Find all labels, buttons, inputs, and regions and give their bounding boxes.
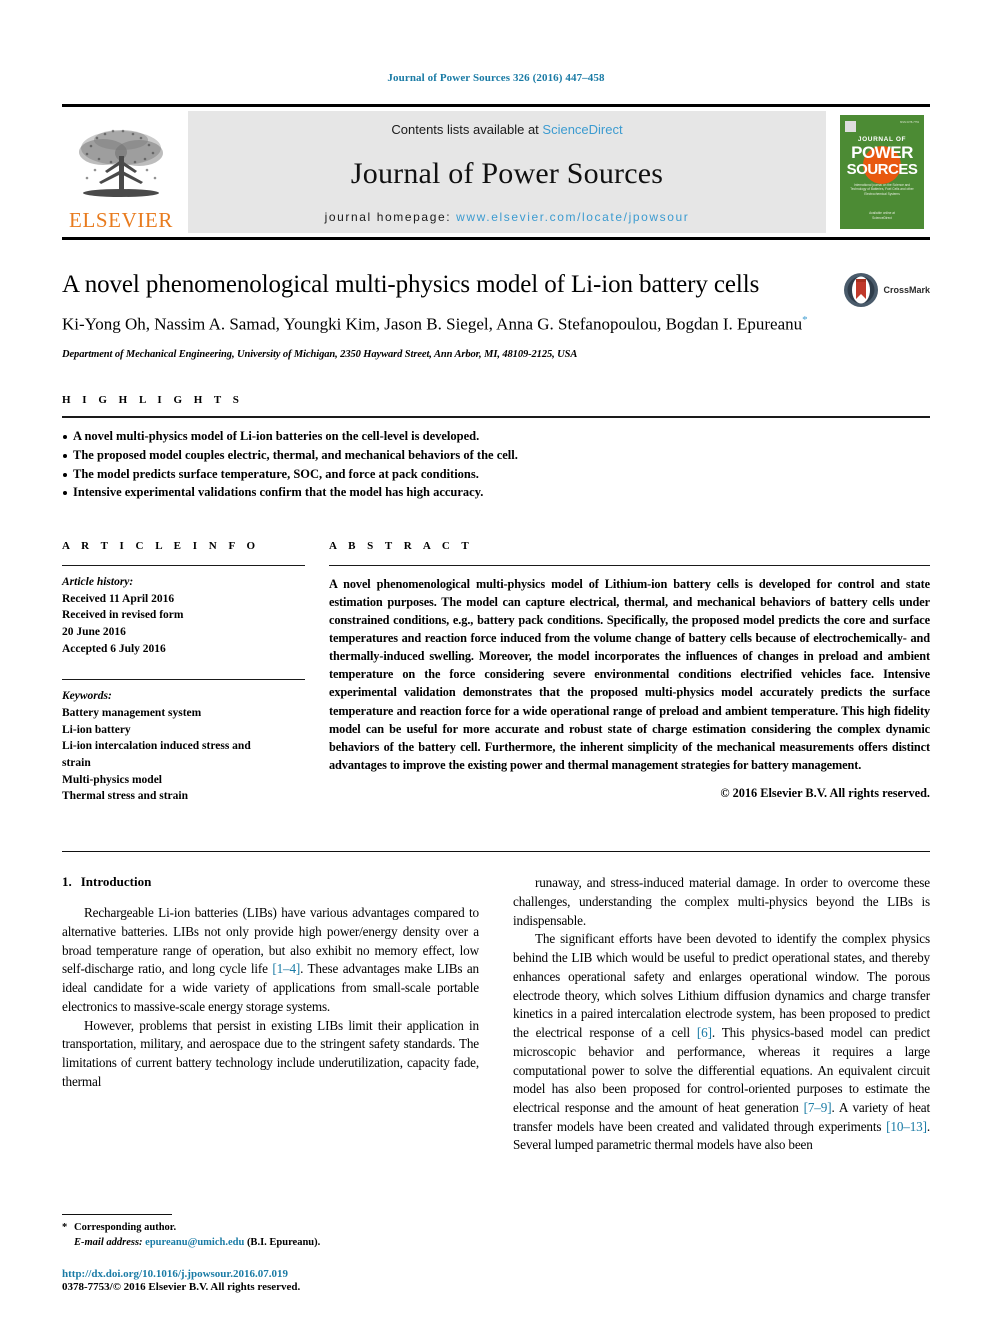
- article-info-label: A R T I C L E I N F O: [62, 540, 260, 553]
- keyword-item: Thermal stress and strain: [62, 790, 188, 803]
- cover-topbar: ISSN 0378-7753: [845, 121, 919, 133]
- crossmark-icon: [844, 273, 879, 307]
- abstract-divider: [329, 565, 930, 567]
- history-item: Accepted 6 July 2016: [62, 642, 166, 655]
- cover-line1: JOURNAL OF: [857, 136, 907, 143]
- paragraph: The significant efforts have been devote…: [513, 931, 931, 1153]
- body-columns: 1. Introduction Rechargeable Li-ion batte…: [62, 874, 930, 1155]
- section-title: Introduction: [80, 874, 152, 890]
- highlights-section: H I G H L I G H T S A novel multi-physic…: [62, 394, 930, 502]
- cover-footer-text: Available online at ScienceDirect: [869, 210, 895, 220]
- keywords-group: Keywords: Battery management system Li-i…: [62, 688, 305, 805]
- keyword-item: Multi-physics model: [62, 773, 162, 786]
- cover-line2: POWER: [851, 143, 913, 162]
- paragraph: runaway, and stress-induced material dam…: [513, 875, 930, 928]
- email-label: E-mail address:: [74, 1237, 143, 1249]
- article-page: Journal of Power Sources 326 (2016) 447–…: [0, 0, 992, 1323]
- keywords-label: Keywords:: [62, 690, 112, 703]
- cover-title-group: POWER SOURCES: [845, 143, 919, 184]
- crossmark-badge[interactable]: CrossMark: [843, 272, 930, 308]
- article-info-divider: [62, 565, 305, 567]
- email-note: E-mail address: epureanu@umich.edu (B.I.…: [62, 1235, 472, 1251]
- sciencedirect-link[interactable]: ScienceDirect: [542, 122, 622, 137]
- journal-cover-thumbnail: ISSN 0378-7753 JOURNAL OF POWER SOURCES …: [834, 111, 930, 233]
- footnote-block: * Corresponding author. E-mail address: …: [62, 1213, 472, 1293]
- elsevier-tree-icon: [79, 129, 163, 197]
- section-number: 1.: [62, 874, 72, 890]
- elsevier-wordmark: ELSEVIER: [69, 208, 173, 232]
- corresponding-author-text: Corresponding author.: [74, 1221, 177, 1233]
- page-title: A novel phenomenological multi-physics m…: [62, 271, 760, 298]
- history-item: Received 11 April 2016: [62, 592, 175, 605]
- list-item: A novel multi-physics model of Li-ion ba…: [62, 427, 930, 446]
- keyword-item: Battery management system: [62, 707, 202, 720]
- paragraph: However, problems that persist in existi…: [62, 1017, 479, 1089]
- email-owner: (B.I. Epureanu).: [246, 1237, 321, 1249]
- highlights-divider: [62, 416, 930, 419]
- history-item: 20 June 2016: [62, 626, 126, 639]
- author-names: Ki-Yong Oh, Nassim A. Samad, Youngki Kim…: [62, 314, 803, 334]
- body-separator: [62, 851, 930, 853]
- banner-center: Contents lists available at ScienceDirec…: [188, 111, 826, 233]
- section-heading-introduction: 1. Introduction: [62, 874, 479, 890]
- body-column-right: runaway, and stress-induced material dam…: [513, 874, 930, 1155]
- author-list: Ki-Yong Oh, Nassim A. Samad, Youngki Kim…: [62, 313, 930, 337]
- list-item: The model predicts surface temperature, …: [62, 465, 930, 484]
- footnote-star-marker: *: [62, 1221, 68, 1233]
- info-abstract-row: A R T I C L E I N F O Article history: R…: [62, 536, 930, 805]
- cover-elsevier-icon: [845, 121, 856, 132]
- abstract-text: A novel phenomenological multi-physics m…: [329, 577, 930, 772]
- contents-prefix: Contents lists available at: [391, 122, 543, 137]
- homepage-prefix: journal homepage:: [324, 210, 457, 224]
- keyword-item: Li-ion intercalation induced stress and: [62, 740, 251, 753]
- article-info-column: A R T I C L E I N F O Article history: R…: [62, 536, 305, 805]
- elsevier-logo: ELSEVIER: [62, 111, 180, 233]
- article-history-label: Article history:: [62, 576, 134, 589]
- keywords-divider: [62, 679, 305, 681]
- journal-cover: ISSN 0378-7753 JOURNAL OF POWER SOURCES …: [840, 115, 924, 229]
- journal-homepage-line: journal homepage: www.elsevier.com/locat…: [325, 210, 690, 224]
- cover-line3: SOURCES: [846, 160, 918, 178]
- article-history-group: Article history: Received 11 April 2016 …: [62, 574, 305, 657]
- keyword-item: Li-ion battery: [62, 723, 131, 736]
- contents-available-line: Contents lists available at ScienceDirec…: [391, 122, 622, 137]
- body-column-left: 1. Introduction Rechargeable Li-ion batte…: [62, 874, 479, 1155]
- journal-banner: ELSEVIER Contents lists available at Sci…: [62, 104, 930, 240]
- journal-homepage-link[interactable]: www.elsevier.com/locate/jpowsour: [456, 210, 689, 224]
- footnote-divider: [62, 1213, 172, 1215]
- corresponding-author-note: * Corresponding author.: [62, 1220, 472, 1236]
- list-item: Intensive experimental validations confi…: [62, 483, 930, 502]
- journal-title: Journal of Power Sources: [350, 156, 664, 190]
- highlights-list: A novel multi-physics model of Li-ion ba…: [62, 427, 930, 502]
- email-link[interactable]: epureanu@umich.edu: [145, 1237, 244, 1248]
- history-item: Received in revised form: [62, 609, 184, 622]
- paragraph: Rechargeable Li-ion batteries (LIBs) hav…: [62, 905, 479, 1014]
- corresponding-author-marker[interactable]: *: [802, 314, 808, 326]
- list-item: The proposed model couples electric, the…: [62, 446, 930, 465]
- keyword-item: strain: [62, 757, 91, 770]
- affiliation: Department of Mechanical Engineering, Un…: [62, 349, 578, 361]
- cover-blurb: International journal on the Science and…: [850, 182, 914, 197]
- issn-copyright-line: 0378-7753/© 2016 Elsevier B.V. All right…: [62, 1281, 301, 1293]
- abstract-copyright: © 2016 Elsevier B.V. All rights reserved…: [720, 786, 930, 801]
- highlights-label: H I G H L I G H T S: [62, 394, 244, 407]
- abstract-column: A B S T R A C T A novel phenomenological…: [329, 536, 930, 805]
- doi-link[interactable]: http://dx.doi.org/10.1016/j.jpowsour.201…: [62, 1268, 472, 1280]
- running-head: Journal of Power Sources 326 (2016) 447–…: [387, 72, 605, 84]
- abstract-label: A B S T R A C T: [329, 540, 474, 553]
- crossmark-label: CrossMark: [883, 285, 930, 295]
- cover-issn-text: ISSN 0378-7753: [899, 121, 919, 124]
- title-block: CrossMark A novel phenomenological multi…: [62, 270, 930, 360]
